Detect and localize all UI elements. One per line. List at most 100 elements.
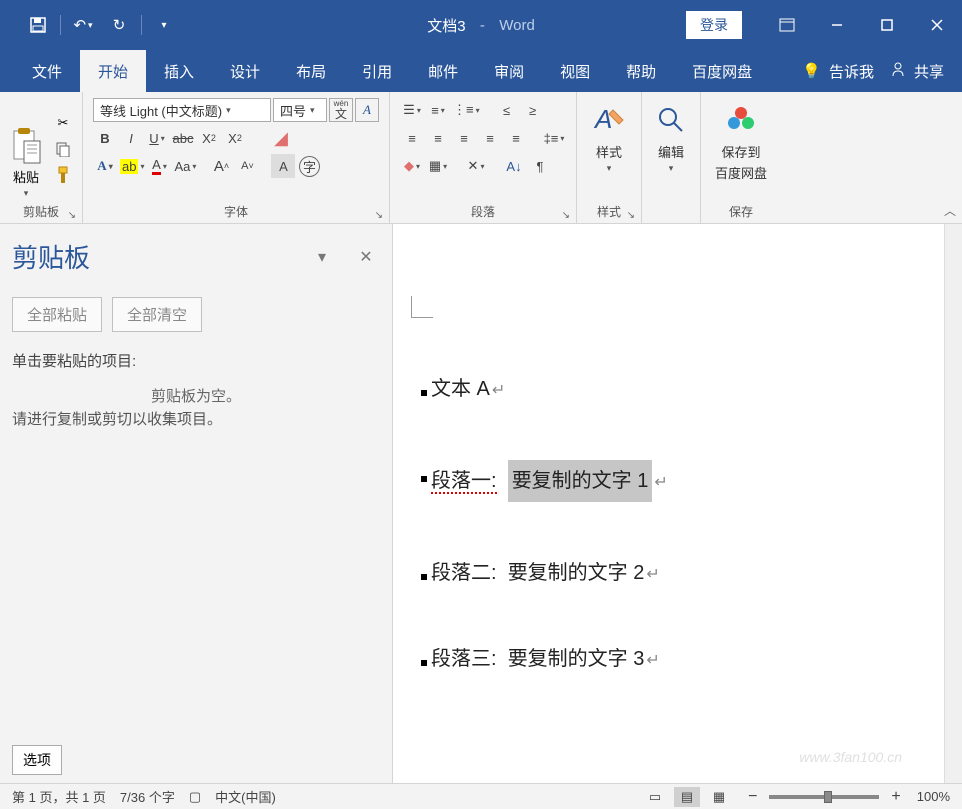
italic-icon[interactable]: I [119,126,143,150]
status-bar: 第 1 页，共 1 页 7/36 个字 ▢ 中文(中国) ▭ ▤ ▦ − + 1… [0,783,962,809]
tab-mailings[interactable]: 邮件 [410,50,476,92]
redo-icon[interactable]: ↻ [101,9,137,41]
login-button[interactable]: 登录 [686,11,742,39]
pane-instruction: 单击要粘贴的项目: [12,350,380,371]
read-mode-icon[interactable]: ▭ [642,787,668,807]
clear-format-icon[interactable]: ◢ [269,126,293,150]
tab-home[interactable]: 开始 [80,50,146,92]
paste-all-button[interactable]: 全部粘贴 [12,297,102,332]
doc-para2-text[interactable]: 要复制的文字 2 [508,558,645,588]
undo-icon[interactable]: ↶ ▾ [65,9,101,41]
spell-check-icon[interactable]: ▢ [189,789,201,805]
group-styles: A 样式 ▾ 样式↘ [577,92,642,223]
tab-design[interactable]: 设计 [212,50,278,92]
underline-icon[interactable]: U▾ [145,126,169,150]
group-clipboard: 粘贴 ▾ ✂ 剪贴板↘ [0,92,83,223]
distributed-icon[interactable]: ≡ [504,126,528,150]
align-center-icon[interactable]: ≡ [426,126,450,150]
asian-layout-icon[interactable]: ✕▾ [464,154,488,178]
line-spacing-icon[interactable]: ‡≡▾ [542,126,566,150]
character-border-icon[interactable]: A [355,98,379,122]
print-layout-icon[interactable]: ▤ [674,787,700,807]
cut-icon[interactable]: ✂ [52,113,74,133]
align-left-icon[interactable]: ≡ [400,126,424,150]
vertical-scrollbar[interactable] [944,224,962,783]
edit-button[interactable]: 编辑 ▾ [646,94,696,203]
tab-baidu[interactable]: 百度网盘 [674,50,770,92]
numbering-icon[interactable]: ≡▾ [426,98,450,122]
tab-file[interactable]: 文件 [14,50,80,92]
tab-view[interactable]: 视图 [542,50,608,92]
tab-insert[interactable]: 插入 [146,50,212,92]
change-case-icon[interactable]: Aa▾ [173,154,197,178]
tell-me[interactable]: 💡 告诉我 [786,61,890,82]
text-effects-icon[interactable]: A▾ [93,154,117,178]
bold-icon[interactable]: B [93,126,117,150]
close-icon[interactable] [912,0,962,50]
zoom-in-icon[interactable]: + [891,788,900,806]
tab-layout[interactable]: 布局 [278,50,344,92]
ribbon-display-icon[interactable] [762,0,812,50]
pane-close-icon[interactable]: ✕ [352,243,380,271]
shading-icon[interactable]: ◆▾ [400,154,424,178]
bullets-icon[interactable]: ☰▾ [400,98,424,122]
status-language[interactable]: 中文(中国) [215,787,276,806]
group-paragraph: ☰▾ ≡▾ ⋮≡▾ ≤ ≥ ≡ ≡ ≡ ≡ ≡ ‡≡▾ ◆▾ [390,92,577,223]
show-marks-icon[interactable]: ¶ [528,154,552,178]
clear-all-button[interactable]: 全部清空 [112,297,202,332]
minimize-icon[interactable] [812,0,862,50]
enclose-char-icon[interactable]: 字 [297,154,321,178]
status-words[interactable]: 7/36 个字 [120,787,175,806]
clipboard-launcher-icon[interactable]: ↘ [68,210,76,221]
doc-para3-label[interactable]: 段落三: [431,644,497,674]
borders-icon[interactable]: ▦▾ [426,154,450,178]
zoom-level[interactable]: 100% [917,789,950,804]
collapse-ribbon-icon[interactable]: ︿ [944,202,956,219]
justify-icon[interactable]: ≡ [478,126,502,150]
zoom-out-icon[interactable]: − [748,788,757,806]
superscript-icon[interactable]: X2 [223,126,247,150]
zoom-slider[interactable] [769,795,879,799]
qat-customize-icon[interactable]: ▾ [146,9,182,41]
doc-para1-label[interactable]: 段落一: [431,466,497,496]
tab-help[interactable]: 帮助 [608,50,674,92]
doc-text-a[interactable]: 文本 A [431,374,490,404]
save-baidu-button[interactable]: 保存到 百度网盘 [705,94,777,203]
pane-dropdown-icon[interactable]: ▾ [308,243,336,271]
copy-icon[interactable] [52,139,74,159]
decrease-indent-icon[interactable]: ≤ [495,98,519,122]
clipboard-pane: 剪贴板 ▾ ✕ 全部粘贴 全部清空 单击要粘贴的项目: 剪贴板为空。 请进行复制… [0,224,393,783]
paragraph-launcher-icon[interactable]: ↘ [562,210,570,221]
options-button[interactable]: 选项 [12,745,62,775]
save-icon[interactable] [20,9,56,41]
doc-para2-label[interactable]: 段落二: [431,558,497,588]
styles-button[interactable]: A 样式 ▾ [581,94,637,203]
sort-icon[interactable]: A↓ [502,154,526,178]
status-page[interactable]: 第 1 页，共 1 页 [12,787,106,806]
grow-font-icon[interactable]: A˄ [209,154,233,178]
multilevel-icon[interactable]: ⋮≡▾ [452,98,481,122]
doc-para1-text[interactable]: 要复制的文字 1 [508,460,653,502]
char-shading-icon[interactable]: A [271,154,295,178]
maximize-icon[interactable] [862,0,912,50]
tab-review[interactable]: 审阅 [476,50,542,92]
tab-references[interactable]: 引用 [344,50,410,92]
align-right-icon[interactable]: ≡ [452,126,476,150]
web-layout-icon[interactable]: ▦ [706,787,732,807]
increase-indent-icon[interactable]: ≥ [521,98,545,122]
document-viewport[interactable]: 文本 A↵ 段落一: 要复制的文字 1↵ 段落二: 要复制的文字 2↵ 段落三:… [393,224,962,783]
font-name-combo[interactable]: 等线 Light (中文标题)▾ [93,98,271,122]
share-button[interactable]: 共享 [890,61,944,82]
highlight-icon[interactable]: ab▾ [119,154,145,178]
font-size-combo[interactable]: 四号▾ [273,98,327,122]
format-painter-icon[interactable] [52,165,74,185]
subscript-icon[interactable]: X2 [197,126,221,150]
doc-para3-text[interactable]: 要复制的文字 3 [508,644,645,674]
styles-launcher-icon[interactable]: ↘ [627,210,635,221]
font-launcher-icon[interactable]: ↘ [375,210,383,221]
paste-button[interactable]: 粘贴 ▾ [10,127,42,199]
shrink-font-icon[interactable]: A˅ [235,154,259,178]
font-color-icon[interactable]: A▾ [147,154,171,178]
phonetic-guide-icon[interactable]: wén文 [329,98,353,122]
strikethrough-icon[interactable]: abc [171,126,195,150]
